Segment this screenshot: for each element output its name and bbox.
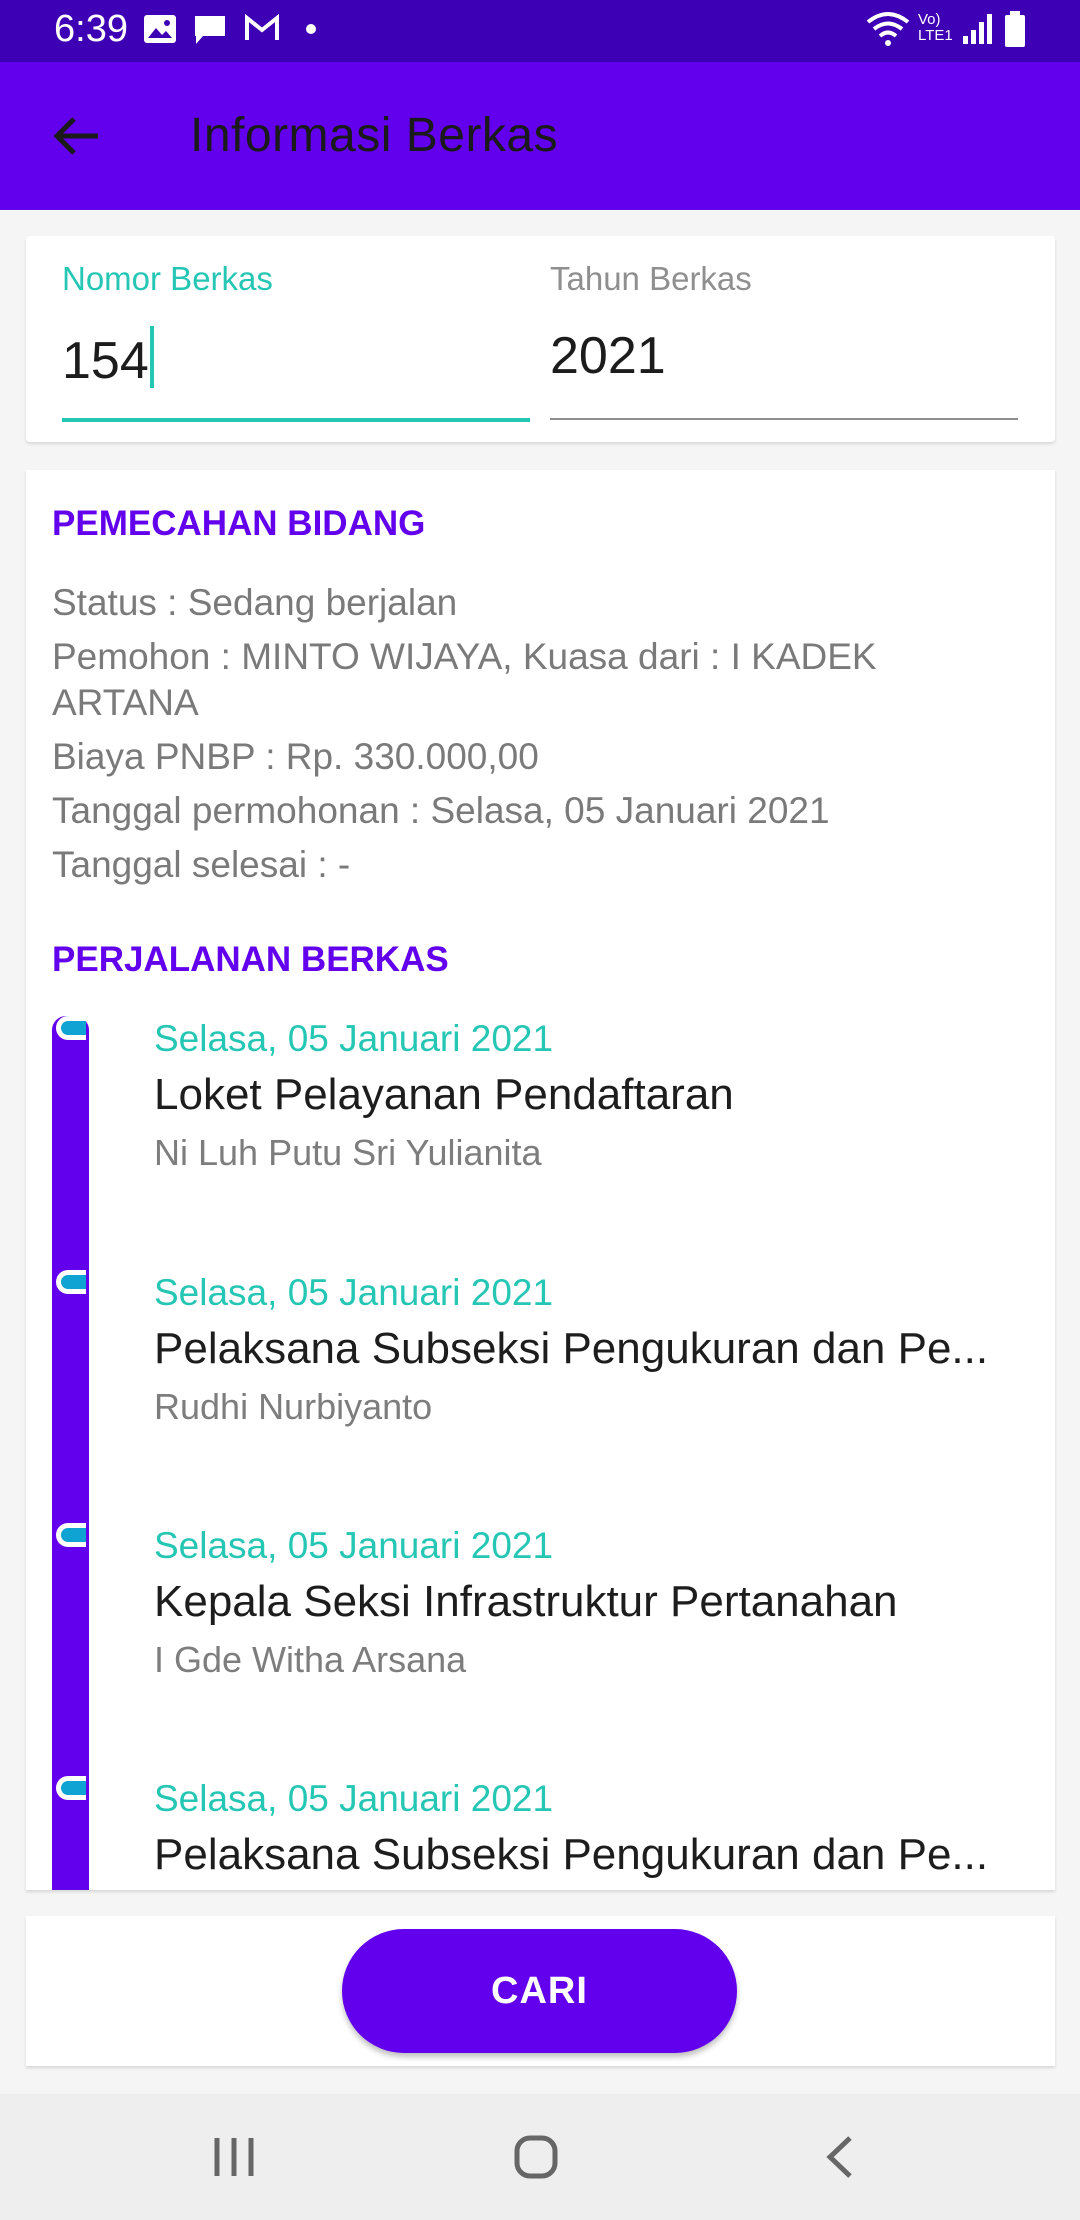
info-tanggal-permohonan: Tanggal permohonan : Selasa, 05 Januari …: [52, 790, 830, 831]
status-time: 6:39: [54, 8, 128, 50]
timeline-title: Pelaksana Subseksi Pengukuran dan Pe...: [154, 1324, 989, 1373]
timeline-title: Pelaksana Subseksi Pengukuran dan Pe...: [154, 1830, 989, 1879]
home-button[interactable]: [497, 2124, 577, 2190]
nomor-berkas-value: 154: [62, 332, 149, 390]
signal-icon: [962, 10, 994, 51]
tahun-berkas-underline: [550, 418, 1018, 420]
info-biaya: Biaya PNBP : Rp. 330.000,00: [52, 736, 539, 777]
system-nav-bar: [0, 2094, 1080, 2220]
timeline-bar: [52, 1016, 89, 1890]
info-pemohon: Pemohon : MINTO WIJAYA, Kuasa dari : I K…: [52, 636, 877, 723]
action-card: CARI: [26, 1916, 1055, 2066]
nav-back-button[interactable]: [800, 2124, 880, 2190]
wifi-icon: [866, 10, 910, 53]
timeline-item[interactable]: Selasa, 05 Januari 2021 Loket Pelayanan …: [154, 1018, 1024, 1174]
timeline-person: I Gde Witha Arsana: [154, 1639, 467, 1680]
message-icon: [193, 14, 227, 51]
timeline-date: Selasa, 05 Januari 2021: [154, 1018, 554, 1059]
text-cursor: [149, 326, 154, 388]
timeline-date: Selasa, 05 Januari 2021: [154, 1778, 554, 1819]
tahun-berkas-field[interactable]: Tahun Berkas 2021: [550, 260, 1018, 420]
gallery-icon: [143, 14, 177, 49]
search-form-card: Nomor Berkas 154 Tahun Berkas 2021: [26, 236, 1055, 442]
recent-apps-icon: [214, 2138, 254, 2176]
nomor-berkas-field[interactable]: Nomor Berkas 154: [62, 260, 530, 422]
status-bar: 6:39 Vo) LTE1: [0, 0, 1080, 62]
home-icon: [514, 2135, 558, 2179]
timeline-dot-icon: [56, 1776, 86, 1800]
page-title: Informasi Berkas: [190, 109, 559, 162]
battery-icon: [1004, 10, 1026, 53]
timeline-item[interactable]: Selasa, 05 Januari 2021 Pelaksana Subsek…: [154, 1272, 1024, 1428]
timeline-date: Selasa, 05 Januari 2021: [154, 1272, 554, 1313]
info-status: Status : Sedang berjalan: [52, 582, 458, 623]
back-button[interactable]: [48, 106, 108, 166]
notification-dot-icon: [304, 22, 318, 41]
recent-apps-button[interactable]: [196, 2124, 276, 2190]
tahun-berkas-input[interactable]: 2021: [550, 326, 666, 386]
timeline-dot-icon: [56, 1270, 86, 1294]
timeline-person: Rudhi Nurbiyanto: [154, 1386, 433, 1427]
nomor-berkas-label: Nomor Berkas: [62, 260, 273, 297]
timeline-person: Ni Luh Putu Sri Yulianita: [154, 1132, 542, 1173]
section-title-pemecahan: PEMECAHAN BIDANG: [52, 504, 426, 543]
nomor-berkas-input[interactable]: 154: [62, 326, 154, 391]
timeline-item[interactable]: Selasa, 05 Januari 2021 Kepala Seksi Inf…: [154, 1525, 1024, 1681]
berkas-info-card: PEMECAHAN BIDANG Status : Sedang berjala…: [26, 470, 1055, 1890]
info-details: Status : Sedang berjalan Pemohon : MINTO…: [52, 580, 1012, 896]
arrow-left-icon: [53, 117, 98, 155]
timeline-item[interactable]: Selasa, 05 Januari 2021 Pelaksana Subsek…: [154, 1778, 1024, 1880]
nomor-berkas-underline: [62, 418, 530, 422]
timeline-date: Selasa, 05 Januari 2021: [154, 1525, 554, 1566]
info-tanggal-selesai: Tanggal selesai : -: [52, 844, 351, 885]
timeline-dot-icon: [56, 1523, 86, 1547]
search-button[interactable]: CARI: [342, 1929, 737, 2053]
chevron-left-icon: [826, 2136, 852, 2178]
tahun-berkas-label: Tahun Berkas: [550, 260, 752, 297]
gmail-icon: [244, 13, 280, 47]
timeline-title: Loket Pelayanan Pendaftaran: [154, 1070, 734, 1119]
app-bar: Informasi Berkas: [0, 62, 1080, 210]
timeline-dot-icon: [56, 1016, 86, 1040]
timeline-title: Kepala Seksi Infrastruktur Pertanahan: [154, 1577, 898, 1626]
network-label: Vo) LTE1: [918, 11, 953, 44]
section-title-perjalanan: PERJALANAN BERKAS: [52, 940, 449, 979]
